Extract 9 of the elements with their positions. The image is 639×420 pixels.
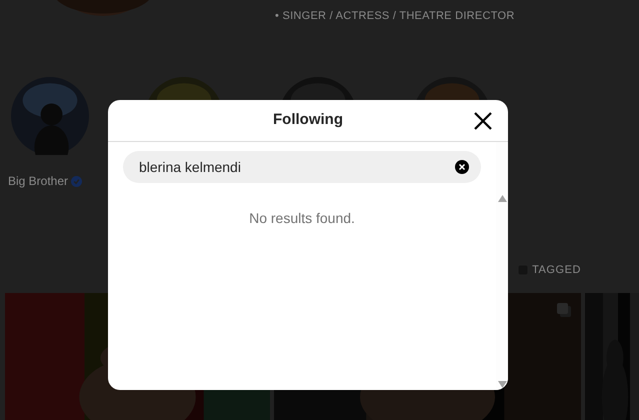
tagged-tab[interactable]: TAGGED [532, 262, 581, 278]
bio-text: • SINGER / ACTRESS / THEATRE DIRECTOR [275, 9, 515, 22]
highlight-label[interactable]: Big Brother [8, 172, 68, 190]
close-button[interactable] [472, 110, 494, 132]
scroll-down-icon[interactable] [498, 381, 506, 388]
search-field[interactable]: blerina kelmendi [123, 151, 481, 183]
dialog-title: Following [273, 110, 343, 130]
clear-icon[interactable] [455, 160, 469, 174]
empty-message: No results found. [249, 209, 355, 228]
